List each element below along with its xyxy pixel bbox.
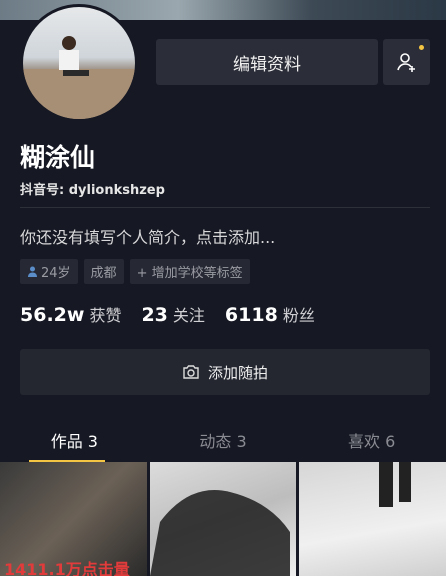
- notification-dot: [419, 45, 424, 50]
- divider: [20, 207, 430, 208]
- add-post-label: 添加随拍: [207, 363, 268, 382]
- avatar[interactable]: [20, 4, 138, 122]
- profile-stats: 56.2w 获赞 23 关注 6118 粉丝: [20, 302, 315, 326]
- avatar-photo: [23, 36, 135, 119]
- likes-label: 获赞: [89, 306, 122, 325]
- following-count: 23: [141, 304, 168, 326]
- edit-profile-button[interactable]: 编辑资料: [156, 39, 378, 85]
- tab-activity[interactable]: 动态 3: [149, 428, 298, 452]
- video-thumbnail[interactable]: [149, 462, 297, 576]
- video-caption: 1411.1万点击量: [4, 560, 130, 576]
- city-tag[interactable]: 成都: [83, 259, 124, 284]
- video-image: [149, 490, 290, 576]
- likes-stat[interactable]: 56.2w 获赞: [20, 302, 121, 326]
- add-user-icon: [396, 53, 415, 72]
- city-label: 成都: [90, 266, 117, 281]
- video-grid: 1411.1万点击量: [0, 462, 446, 576]
- followers-label: 粉丝: [282, 306, 315, 325]
- tab-works[interactable]: 作品 3: [0, 428, 149, 452]
- followers-stat[interactable]: 6118 粉丝: [225, 302, 315, 326]
- person-icon: [28, 266, 37, 277]
- add-school-label: + 增加学校等标签: [136, 266, 243, 281]
- camera-icon: [183, 365, 199, 379]
- add-post-button[interactable]: 添加随拍: [20, 349, 430, 395]
- video-image: [379, 462, 412, 507]
- douyin-id: 抖音号: dylionkshzep: [20, 183, 165, 198]
- video-thumbnail[interactable]: [299, 462, 446, 576]
- add-friend-button[interactable]: [383, 39, 430, 85]
- following-label: 关注: [172, 306, 205, 325]
- likes-count: 56.2w: [20, 304, 85, 326]
- profile-name: 糊涂仙: [20, 143, 96, 172]
- tab-favorites[interactable]: 喜欢 6: [297, 428, 446, 452]
- age-tag[interactable]: 24岁: [20, 259, 78, 284]
- profile-tags: 24岁 成都 + 增加学校等标签: [20, 259, 250, 284]
- add-school-tag[interactable]: + 增加学校等标签: [129, 259, 250, 284]
- video-thumbnail[interactable]: 1411.1万点击量: [0, 462, 147, 576]
- followers-count: 6118: [224, 304, 278, 326]
- content-tabs: 作品 3 动态 3 喜欢 6: [0, 428, 446, 452]
- bio-prompt[interactable]: 你还没有填写个人简介，点击添加...: [20, 224, 275, 248]
- age-label: 24岁: [41, 266, 71, 281]
- following-stat[interactable]: 23 关注: [141, 302, 204, 326]
